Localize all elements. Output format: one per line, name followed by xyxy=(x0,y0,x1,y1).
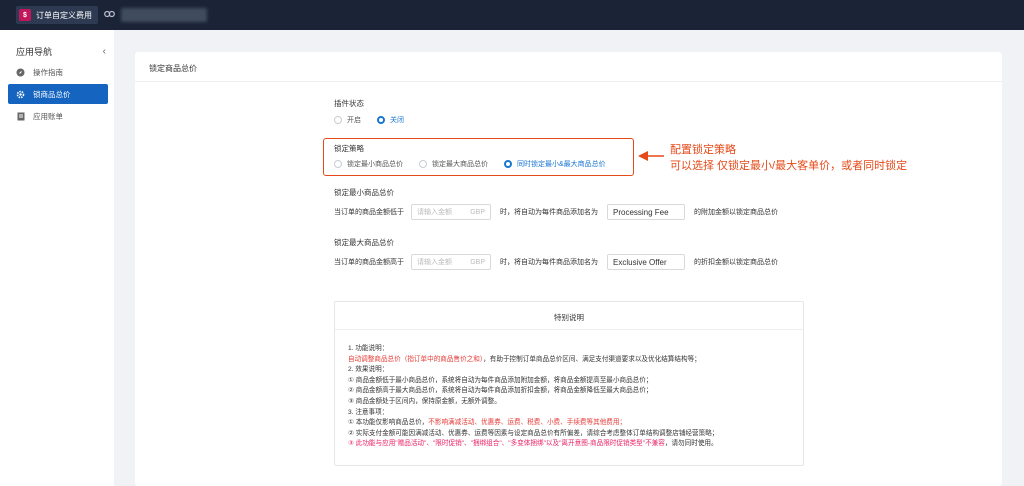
app-switcher[interactable]: $ 订单自定义费用 xyxy=(16,6,98,24)
annotation-arrow-icon xyxy=(638,151,664,161)
notes-line: ② 实际支付金额可能因满减活动、优惠券、运费等因素与设定商品总价有所偏差，请综合… xyxy=(348,429,719,437)
max-prefix-text: 当订单的商品金额高于 xyxy=(334,259,404,266)
min-amount-input[interactable]: 请输入金额 GBP xyxy=(411,204,491,220)
sidebar-item-lock-price[interactable]: 锁商品总价 xyxy=(8,84,108,104)
radio-dot[interactable] xyxy=(334,116,342,124)
sidebar-title: 应用导航 xyxy=(16,46,53,57)
max-middle-text: 时，将自动为每件商品添加名为 xyxy=(500,259,598,266)
max-amount-placeholder: 请输入金额 xyxy=(417,259,452,266)
min-suffix-text: 的附加金额以锁定商品总价 xyxy=(694,209,778,216)
notes-title: 特别说明 xyxy=(335,302,803,330)
app-title: 订单自定义费用 xyxy=(36,10,92,20)
radio-lock-both[interactable]: 同时锁定最小&最大商品总价 xyxy=(504,159,606,169)
min-prefix-text: 当订单的商品金额低于 xyxy=(334,209,404,216)
notes-line: ① 商品金额低于最小商品总价，系统将自动为每件商品添加附加金额，将商品金额提高至… xyxy=(348,376,653,384)
notes-line: 1. 功能说明： xyxy=(348,345,389,352)
special-notes-panel: 特别说明 1. 功能说明： 自动调整商品总价（指订单中的商品售价之和），有助于控… xyxy=(334,301,804,466)
notes-line: ③ 此功能与应用"赠品活动"、"限时促销"、"捆绑组合"、"多变体捆绑"以及"离… xyxy=(348,440,718,448)
min-price-row: 当订单的商品金额低于 请输入金额 GBP 时，将自动为每件商品添加名为 Proc… xyxy=(334,204,778,220)
notes-body: 1. 功能说明： 自动调整商品总价（指订单中的商品售价之和），有助于控制订单商品… xyxy=(335,330,803,450)
gear-icon xyxy=(16,90,25,99)
max-amount-input[interactable]: 请输入金额 GBP xyxy=(411,254,491,270)
notes-line: 2. 效果说明： xyxy=(348,366,389,374)
max-price-row: 当订单的商品金额高于 请输入金额 GBP 时，将自动为每件商品添加名为 Excl… xyxy=(334,254,778,270)
top-bar: $ 订单自定义费用 xyxy=(0,0,1024,30)
radio-dot[interactable] xyxy=(504,160,512,168)
notes-line: 自动调整商品总价（指订单中的商品售价之和），有助于控制订单商品总价区间、满足支付… xyxy=(348,355,701,363)
min-fee-name-input[interactable]: Processing Fee xyxy=(607,204,685,220)
radio-lock-max[interactable]: 锁定最大商品总价 xyxy=(419,159,488,169)
notes-line: 3. 注意事项： xyxy=(348,408,389,416)
max-section-label: 锁定最大商品总价 xyxy=(334,238,394,247)
sidebar-item-label: 应用账单 xyxy=(33,111,63,121)
radio-plugin-off[interactable]: 关闭 xyxy=(377,115,404,125)
notes-line: ① 本功能仅影响商品总价，不影响满减活动、优惠券、运费、税费、小费、手续费等其他… xyxy=(348,419,627,427)
sidebar-item-bill[interactable]: 应用账单 xyxy=(8,106,108,126)
store-name-redacted xyxy=(121,8,207,22)
min-section-label: 锁定最小商品总价 xyxy=(334,188,394,197)
annotation-line-1: 配置锁定策略 xyxy=(670,144,736,156)
radio-dot[interactable] xyxy=(419,160,427,168)
guide-icon xyxy=(16,68,25,77)
max-fee-name-value: Exclusive Offer xyxy=(613,257,667,267)
currency-suffix: GBP xyxy=(470,258,485,266)
link-icon[interactable] xyxy=(104,10,115,21)
plugin-status-label: 插件状态 xyxy=(334,99,364,108)
sidebar-item-guide[interactable]: 操作指南 xyxy=(8,62,108,82)
radio-dot[interactable] xyxy=(334,160,342,168)
strategy-label: 锁定策略 xyxy=(334,144,364,153)
notes-line: ③ 商品金额处于区间内，保持原金额，无额外调整。 xyxy=(348,397,501,405)
radio-lock-min[interactable]: 锁定最小商品总价 xyxy=(334,159,403,169)
bill-icon xyxy=(16,112,25,121)
collapse-icon[interactable]: ‹ xyxy=(103,46,106,57)
sidebar-item-label: 锁商品总价 xyxy=(33,89,71,99)
max-fee-name-input[interactable]: Exclusive Offer xyxy=(607,254,685,270)
sidebar: 应用导航 ‹ 操作指南 锁商品总价 应用账单 xyxy=(0,30,114,486)
strategy-radio-group: 锁定最小商品总价 锁定最大商品总价 同时锁定最小&最大商品总价 xyxy=(334,159,622,169)
min-amount-placeholder: 请输入金额 xyxy=(417,209,452,216)
strategy-highlight-box xyxy=(323,138,634,176)
radio-dot[interactable] xyxy=(377,116,385,124)
annotation-line-2: 可以选择 仅锁定最小/最大客单价，或者同时锁定 xyxy=(670,160,908,172)
sidebar-item-label: 操作指南 xyxy=(33,67,63,77)
plugin-status-radio-group: 开启 关闭 xyxy=(334,115,420,125)
radio-plugin-on[interactable]: 开启 xyxy=(334,115,361,125)
max-suffix-text: 的折扣金额以锁定商品总价 xyxy=(694,259,778,266)
card-title: 锁定商品总价 xyxy=(135,52,1002,82)
min-middle-text: 时，将自动为每件商品添加名为 xyxy=(500,209,598,216)
min-fee-name-value: Processing Fee xyxy=(613,207,669,217)
currency-suffix: GBP xyxy=(470,208,485,216)
notes-line: ② 商品金额高于最大商品总价，系统将自动为每件商品添加折扣金额，将商品金额降低至… xyxy=(348,387,653,395)
app-logo: $ xyxy=(19,9,31,21)
